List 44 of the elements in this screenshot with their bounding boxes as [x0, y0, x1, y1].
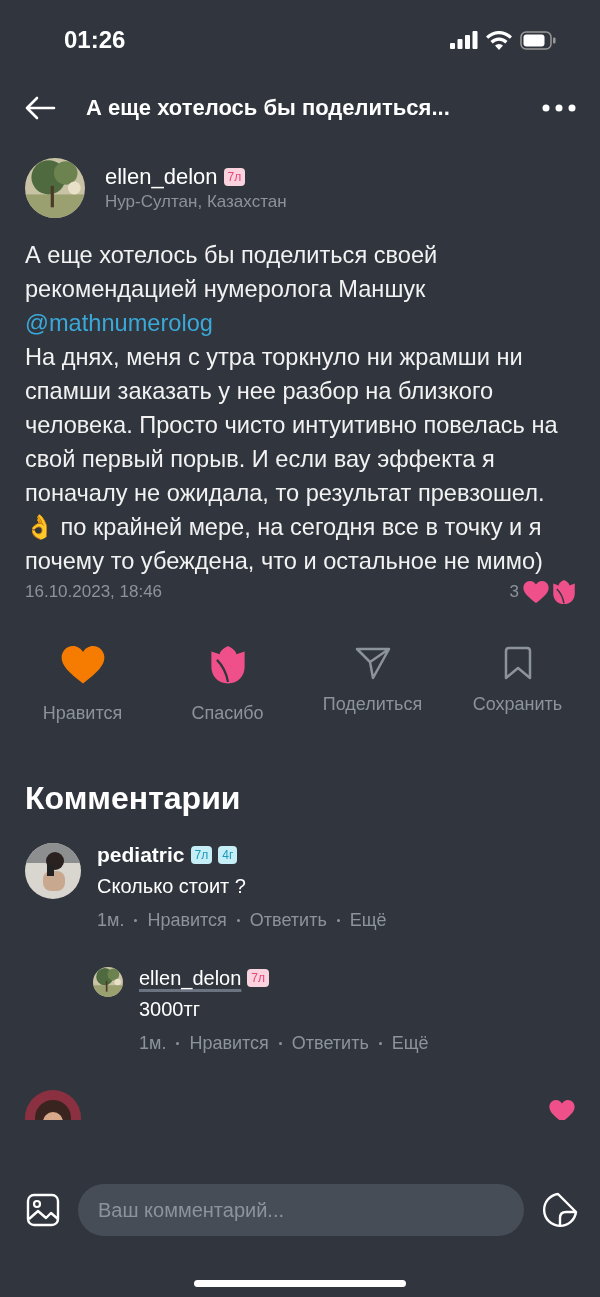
badge: 7л — [247, 969, 269, 988]
comment-text: Сколько стоит ? — [97, 874, 247, 898]
like-link[interactable]: Нравится — [189, 1032, 269, 1054]
badge: 7л — [190, 845, 213, 864]
mention-link[interactable]: @mathnumerolog — [25, 310, 213, 336]
avatar — [25, 158, 85, 218]
comment-text: 3000тг — [139, 997, 201, 1021]
reaction-count: 3 — [509, 582, 519, 603]
comments-heading: Комментарии — [25, 779, 242, 817]
more-link[interactable]: Ещё — [391, 1032, 429, 1054]
signal-icon — [450, 31, 478, 49]
more-icon[interactable] — [542, 104, 576, 112]
comment-time: 1м. — [97, 909, 125, 931]
avatar — [93, 966, 123, 997]
wifi-icon — [486, 30, 512, 50]
action-button[interactable]: Нравится — [10, 646, 155, 724]
reply-link[interactable]: Ответить — [249, 909, 327, 931]
heart-icon — [60, 646, 105, 684]
author-location: Нур-Султан, Казахстан — [105, 192, 287, 212]
comment-field[interactable]: Ваш комментарий... — [78, 1184, 524, 1236]
badge: 4г — [218, 845, 238, 864]
more-link[interactable]: Ещё — [349, 909, 387, 931]
sticker-icon[interactable] — [542, 1192, 578, 1228]
action-button[interactable]: Спасибо — [155, 646, 300, 724]
comment-time: 1м. — [139, 1032, 167, 1054]
action-button[interactable]: Сохранить — [445, 646, 590, 724]
heart-icon — [523, 581, 549, 604]
post-date: 16.10.2023, 18:46 — [25, 582, 163, 603]
tulip-icon — [553, 580, 575, 605]
back-icon[interactable] — [24, 96, 56, 120]
like-link[interactable]: Нравится — [147, 909, 227, 931]
clock: 01:26 — [64, 26, 126, 54]
tulip-icon — [210, 646, 245, 684]
post-title: А еще хотелось бы поделиться... — [86, 95, 451, 121]
image-icon[interactable] — [26, 1193, 60, 1227]
battery-icon — [520, 30, 556, 50]
reply-link[interactable]: Ответить — [291, 1032, 369, 1054]
author-name[interactable]: ellen_delon — [105, 164, 218, 190]
heart-icon — [549, 1099, 575, 1120]
action-button[interactable]: Поделиться — [300, 646, 445, 724]
comment-author[interactable]: ellen_delon — [139, 966, 242, 990]
badge: 7л — [223, 168, 246, 186]
comment-author[interactable]: pediatric — [97, 842, 185, 867]
post-text: А еще хотелось бы поделиться своей рекомендацией нумеролога Маншук @mathnumerolog На днях, меня с утра торкнуло ни жрамши ни спамши заказать у нее разбор на близкого человека. Просто чисто интуитивно повелась на свой первый порыв. И если вау эффекта я поначалу не ожидала, то результат превзошел. 👌 по крайней мере, на сегодня все в точку и я почему то убеждена, что и остальное не мимо) — [25, 241, 559, 576]
